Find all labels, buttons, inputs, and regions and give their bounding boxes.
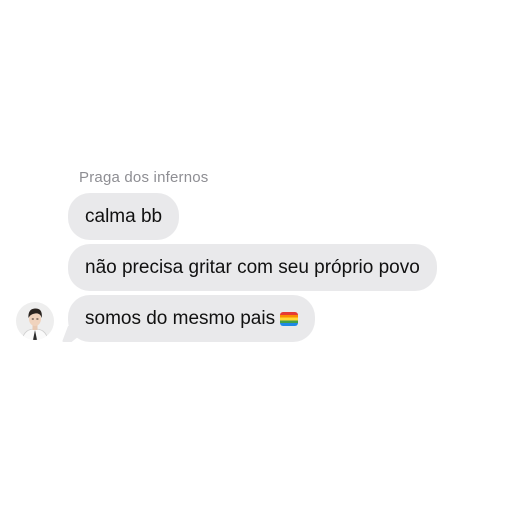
message-text: calma bb [85,206,163,227]
chat-thread: Praga dos infernos calma bb não precisa … [0,0,512,512]
message-text: somos do mesmo pais [85,308,276,329]
sender-name: Praga dos infernos [79,169,209,186]
message-bubble[interactable]: não precisa gritar com seu próprio povo [68,244,437,291]
avatar[interactable] [16,302,54,340]
avatar-image [16,302,54,340]
message-bubble[interactable]: somos do mesmo pais [68,295,316,342]
rainbow-flag-icon [280,312,299,326]
message-bubble[interactable]: calma bb [68,193,180,240]
message-text: não precisa gritar com seu próprio povo [85,257,420,278]
